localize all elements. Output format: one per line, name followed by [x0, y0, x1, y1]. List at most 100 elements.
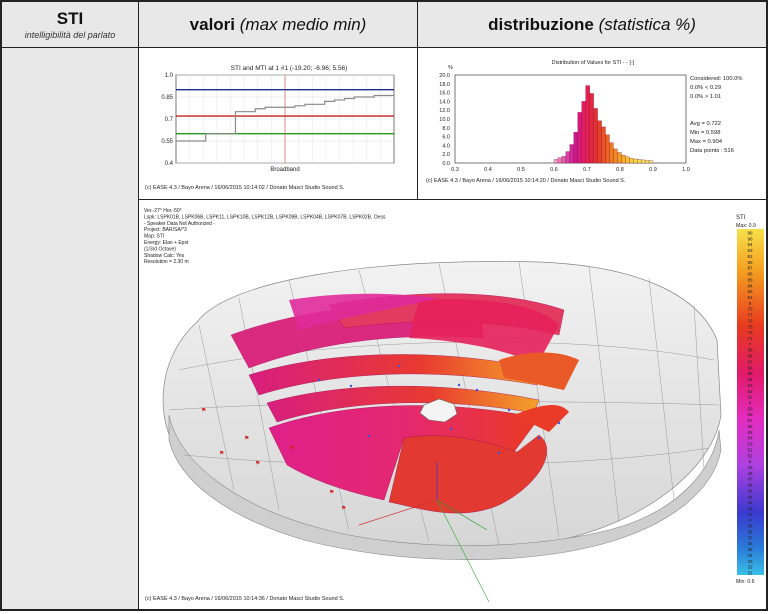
header-sti-title: STI	[56, 9, 84, 28]
header-sti-subtitle: intelligibilità del parlato	[24, 30, 116, 40]
distribution-y-tick: 14.0	[439, 99, 450, 105]
distribution-y-tick: 16.0	[439, 91, 450, 97]
scale-label: 91	[747, 254, 753, 259]
scale-label: 81	[747, 295, 753, 300]
distribution-bar	[640, 159, 646, 164]
report-grid: STI intelligibilità del parlato valori (…	[0, 0, 768, 611]
header-valori-note: (max medio min)	[239, 14, 367, 34]
scale-label: 86	[747, 272, 753, 277]
distribution-bar	[593, 108, 598, 164]
stat-max: Max = 0.904	[690, 139, 723, 145]
distribution-bar	[585, 85, 590, 164]
map-info-line: Shadow Calc: Yes	[144, 253, 185, 259]
scale-label: 35	[747, 547, 753, 552]
scale-label: 52	[747, 447, 753, 452]
header-distribuzione: distribuzione (statistica %)	[417, 1, 767, 48]
distribution-chart: Distribution of Values for STI - - [-] %…	[426, 60, 743, 184]
map-info-line: Energy: Elan + Epst	[144, 240, 189, 246]
map-info-line: Map: STI	[144, 234, 164, 240]
scale-label: 66	[747, 365, 753, 370]
scale-label: 73	[747, 330, 753, 335]
header-valori-title: valori (max medio min)	[190, 15, 367, 35]
scale-label: 56	[747, 424, 753, 429]
distribution-bar	[621, 154, 626, 164]
svg-text:⚑: ⚑	[219, 450, 224, 457]
distribution-bar	[613, 148, 618, 164]
distribution-bar	[601, 126, 606, 164]
scale-label: 5	[749, 459, 752, 464]
header-distribuzione-label: distribuzione	[488, 14, 594, 34]
map-info-line: Lspk: LSPK01B, LSPK06B, LSPK11, LSPK10B,…	[144, 214, 386, 220]
values-y-tick: 0.85	[161, 95, 173, 101]
scale-label: 6	[749, 401, 752, 406]
map-footer: (c) EASE 4.3 / Bayo Arena / 16/06/2015 1…	[145, 596, 345, 602]
scale-label: 55	[747, 430, 753, 435]
distribution-bar	[625, 156, 630, 164]
scale-label: 43	[747, 500, 753, 505]
distribution-y-tick: 10.0	[439, 117, 450, 123]
distribution-x-tick: 0.7	[583, 167, 591, 173]
sti-color-scale: STI Max: 0.9 989694939189878685848381879…	[736, 215, 764, 585]
scale-label: 49	[747, 465, 753, 470]
scale-label: 7	[749, 342, 752, 347]
distribution-y-tick: 8.0	[442, 126, 450, 132]
map-info-line: (1/3rd Octave)	[144, 246, 176, 252]
scale-label: 98	[747, 231, 753, 236]
scale-label: 33	[747, 559, 753, 564]
distribution-x-tick: 0.6	[550, 167, 558, 173]
scale-label: 59	[747, 406, 753, 411]
scale-label: 96	[747, 236, 753, 241]
distribution-x-tick: 0.8	[616, 167, 624, 173]
scale-label: 93	[747, 248, 753, 253]
distribution-y-tick: 20.0	[439, 73, 450, 79]
distribution-y-tick: 12.0	[439, 108, 450, 114]
distribution-bar	[553, 159, 559, 164]
map-info-line: Project: BAR/SA/*3	[144, 227, 187, 233]
scale-label: 51	[747, 453, 753, 458]
svg-text:⚑: ⚑	[329, 489, 334, 496]
distribution-bar	[577, 112, 582, 164]
scale-label: 68	[747, 354, 753, 359]
svg-text:⚑: ⚑	[289, 445, 294, 452]
distribution-y-tick: 2.0	[442, 152, 450, 158]
scale-label: 47	[747, 477, 753, 482]
scale-label: 58	[747, 412, 753, 417]
stat-considered: Considered: 100.0%	[690, 76, 743, 82]
distribution-stats: Considered: 100.0% 0.0% < 0.29 0.0% > 1.…	[690, 76, 743, 154]
scale-label: 42	[747, 506, 753, 511]
scale-label: 61	[747, 395, 753, 400]
stat-avg: Avg = 0.722	[690, 121, 721, 127]
map-info: Ver.-27° Hor.-50°Lspk: LSPK01B, LSPK06B,…	[144, 208, 386, 265]
stat-points: Data points : 516	[690, 148, 734, 154]
values-y-ticks: 1.0 0.85 0.7 0.55 0.4	[161, 73, 173, 167]
scale-label: 48	[747, 471, 753, 476]
svg-text:⚑: ⚑	[341, 505, 346, 512]
scale-label: 87	[747, 266, 753, 271]
distribution-x-tick: 0.4	[484, 167, 492, 173]
map-info-line: Resolution = 2.30 m	[144, 259, 189, 265]
distribution-bar	[557, 157, 563, 164]
scale-label: 69	[747, 348, 753, 353]
header-distribuzione-note: (statistica %)	[598, 14, 696, 34]
values-panel: STI and MTI at 1 #1 (-19.20; -6.96; 5.56…	[138, 47, 418, 200]
values-y-tick: 0.55	[161, 139, 173, 145]
header-valori-label: valori	[189, 14, 236, 34]
distribution-y-tick: 18.0	[439, 82, 450, 88]
values-footer: (c) EASE 4.3 / Bayo Arena / 16/06/2015 1…	[145, 185, 345, 191]
scale-label: 32	[747, 565, 753, 570]
scale-label: 4	[749, 518, 752, 523]
distribution-bar	[597, 120, 602, 164]
distribution-ylabel: %	[448, 65, 453, 71]
map-info-line: - Speaker Data Not Authorized -	[144, 221, 215, 227]
distribution-bar	[573, 132, 578, 164]
distribution-x-tick: 0.3	[451, 167, 459, 173]
distribution-bar	[565, 151, 570, 164]
distribution-bar	[569, 144, 574, 164]
scale-label: 57	[747, 418, 753, 423]
distribution-x-tick: 0.9	[649, 167, 657, 173]
distribution-bar	[648, 160, 654, 164]
values-y-tick: 0.7	[165, 117, 174, 123]
left-column	[1, 47, 139, 610]
scale-label: 67	[747, 359, 753, 364]
scale-label: 38	[747, 529, 753, 534]
